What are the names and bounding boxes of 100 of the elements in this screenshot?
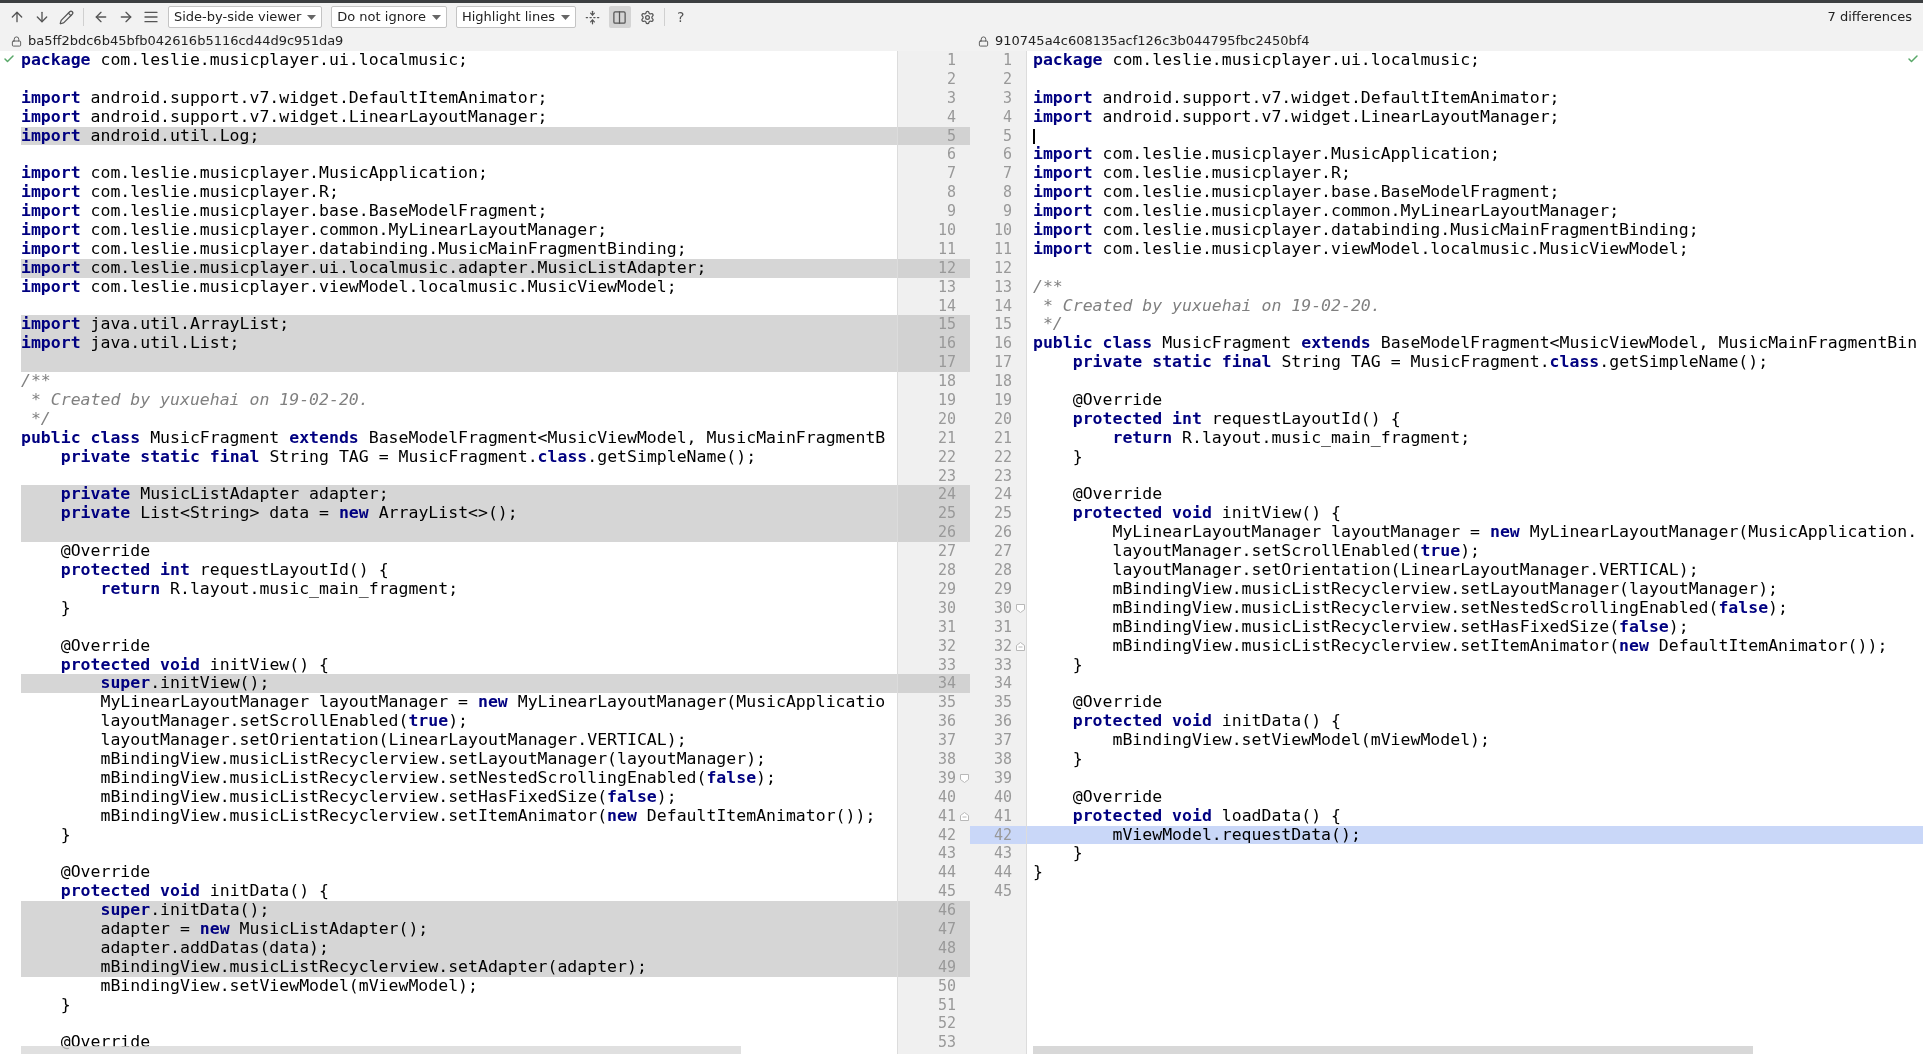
next-difference-icon[interactable] — [34, 9, 50, 25]
line-number: 36 — [936, 712, 957, 732]
dropdown[interactable]: Do not ignore — [331, 6, 447, 28]
code-line: mViewModel.requestData(); — [1111, 825, 1361, 844]
line-number: 52 — [936, 1014, 957, 1034]
line-number: 7 — [945, 164, 957, 184]
line-number: 15 — [992, 315, 1013, 335]
code-line: } — [59, 995, 71, 1014]
code-line: @Override — [59, 542, 151, 561]
line-number: 10 — [936, 221, 957, 240]
side-by-side-toggle[interactable] — [608, 6, 631, 28]
code-line: } — [1071, 447, 1083, 466]
code-line: @Override — [59, 863, 151, 882]
code-line: protected void initData() { — [1071, 712, 1341, 731]
line-number: 37 — [936, 731, 957, 750]
revision-label: 910745a4c608135acf126c3b044795fbc2450bf4 — [995, 32, 1310, 51]
horizontal-scrollbar[interactable] — [1033, 1046, 1753, 1054]
line-number: 26 — [992, 523, 1013, 543]
line-number: 5 — [898, 126, 970, 146]
dropdown[interactable]: Highlight lines — [455, 6, 576, 28]
line-number: 21 — [992, 428, 1013, 448]
line-number: 1 — [945, 51, 957, 70]
line-number: 29 — [936, 579, 957, 599]
code-line: MyLinearLayoutManager layoutManager = new MyLinearLayoutManager(MusicApplicatio — [99, 693, 886, 712]
line-number: 11 — [936, 239, 957, 259]
line-number: 39 — [898, 768, 970, 788]
code-line: import com.leslie.musicplayer.MusicApplication; — [1033, 145, 1500, 164]
code-line: adapter.addDatas(data); — [99, 938, 329, 957]
line-number: 45 — [992, 882, 1013, 902]
line-number: 38 — [992, 749, 1013, 769]
line-number: 9 — [1001, 202, 1013, 221]
line-number: 17 — [992, 353, 1013, 373]
line-number: 41 — [992, 806, 1013, 826]
list-icon[interactable] — [143, 9, 159, 25]
code-line: mBindingView.musicListRecyclerview.setHasFixedSize(false); — [99, 787, 677, 806]
edit-icon[interactable] — [59, 9, 74, 25]
code-line: } — [1071, 749, 1083, 768]
code-line: layoutManager.setScrollEnabled(true); — [99, 712, 469, 731]
help-button[interactable]: ? — [673, 6, 688, 28]
line-number: 32 — [936, 636, 957, 656]
line-number: 42 — [936, 825, 957, 845]
code-line: import com.leslie.musicplayer.common.MyLinearLayoutManager; — [1033, 202, 1620, 221]
code-line: private MusicListAdapter adapter; — [59, 485, 389, 504]
line-number: 21 — [936, 428, 957, 448]
line-number: 12 — [898, 258, 970, 278]
code-line: import com.leslie.musicplayer.common.MyLinearLayoutManager; — [21, 221, 608, 239]
forward-icon[interactable] — [118, 9, 134, 25]
line-number: 20 — [992, 409, 1013, 429]
collapse-icon[interactable] — [584, 9, 600, 25]
code-line: adapter = new MusicListAdapter(); — [99, 919, 429, 938]
code-line: import com.leslie.musicplayer.databinding.MusicMainFragmentBinding; — [1033, 221, 1699, 239]
code-line: mBindingView.musicListRecyclerview.setItemAnimator(new DefaultItemAnimator()); — [99, 806, 876, 825]
code-line: protected int requestLayoutId() { — [59, 561, 389, 580]
code-line: layoutManager.setScrollEnabled(true); — [1111, 542, 1481, 561]
line-number: 2 — [1001, 69, 1013, 89]
code-comment: /** — [1033, 277, 1063, 296]
code-line: mBindingView.musicListRecyclerview.setAdapter(adapter); — [99, 957, 647, 976]
code-line: protected void initData() { — [59, 882, 329, 901]
code-line: MyLinearLayoutManager layoutManager = new MyLinearLayoutManager(MusicApplication. — [1111, 523, 1918, 542]
code-line: super.initView(); — [99, 674, 270, 693]
code-line: mBindingView.musicListRecyclerview.setLayoutManager(layoutManager); — [1111, 579, 1779, 598]
line-number: 23 — [992, 466, 1013, 486]
line-number: 9 — [945, 202, 957, 221]
line-number: 41 — [898, 806, 970, 826]
line-number: 46 — [898, 901, 970, 920]
columns-icon — [612, 9, 628, 25]
line-number: 33 — [936, 655, 957, 675]
code-comment: * Created by yuxuehai on 19-02-20. — [1041, 296, 1381, 315]
back-icon[interactable] — [93, 9, 109, 25]
line-number: 8 — [945, 183, 957, 203]
line-number: 7 — [1001, 164, 1013, 184]
line-number: 33 — [992, 655, 1013, 675]
line-number: 40 — [936, 787, 957, 807]
caret-icon — [431, 14, 441, 20]
line-number: 6 — [945, 145, 957, 165]
line-number: 39 — [992, 768, 1013, 788]
code-line: protected void initView() { — [1071, 504, 1341, 523]
code-line: protected void initView() { — [59, 655, 329, 674]
code-line: import android.support.v7.widget.DefaultItemAnimator; — [21, 88, 548, 107]
code-line: mBindingView.musicListRecyclerview.setNestedScrollingEnabled(false); — [99, 768, 776, 787]
code-line: layoutManager.setOrientation(LinearLayoutManager.VERTICAL); — [99, 731, 687, 750]
line-number: 24 — [898, 485, 970, 505]
line-number: 5 — [1001, 126, 1013, 146]
line-number: 16 — [992, 334, 1013, 354]
line-number: 45 — [936, 882, 957, 902]
dropdown[interactable]: Side-by-side viewer — [168, 6, 323, 28]
line-number: 32 — [970, 636, 1026, 656]
line-number: 44 — [936, 863, 957, 883]
line-number: 31 — [936, 617, 957, 637]
line-number: 30 — [936, 598, 957, 618]
line-number: 13 — [936, 277, 957, 297]
line-number: 20 — [936, 409, 957, 429]
previous-difference-icon[interactable] — [9, 9, 25, 25]
line-number: 43 — [936, 844, 957, 864]
code-line: import android.support.v7.widget.LinearLayoutManager; — [21, 107, 548, 126]
code-line: package com.leslie.musicplayer.ui.localmusic; — [21, 51, 469, 69]
line-number: 24 — [992, 485, 1013, 505]
code-line: mBindingView.musicListRecyclerview.setItemAnimator(new DefaultItemAnimator()); — [1111, 636, 1888, 655]
line-number: 10 — [992, 221, 1013, 240]
settings-icon[interactable] — [639, 9, 655, 25]
